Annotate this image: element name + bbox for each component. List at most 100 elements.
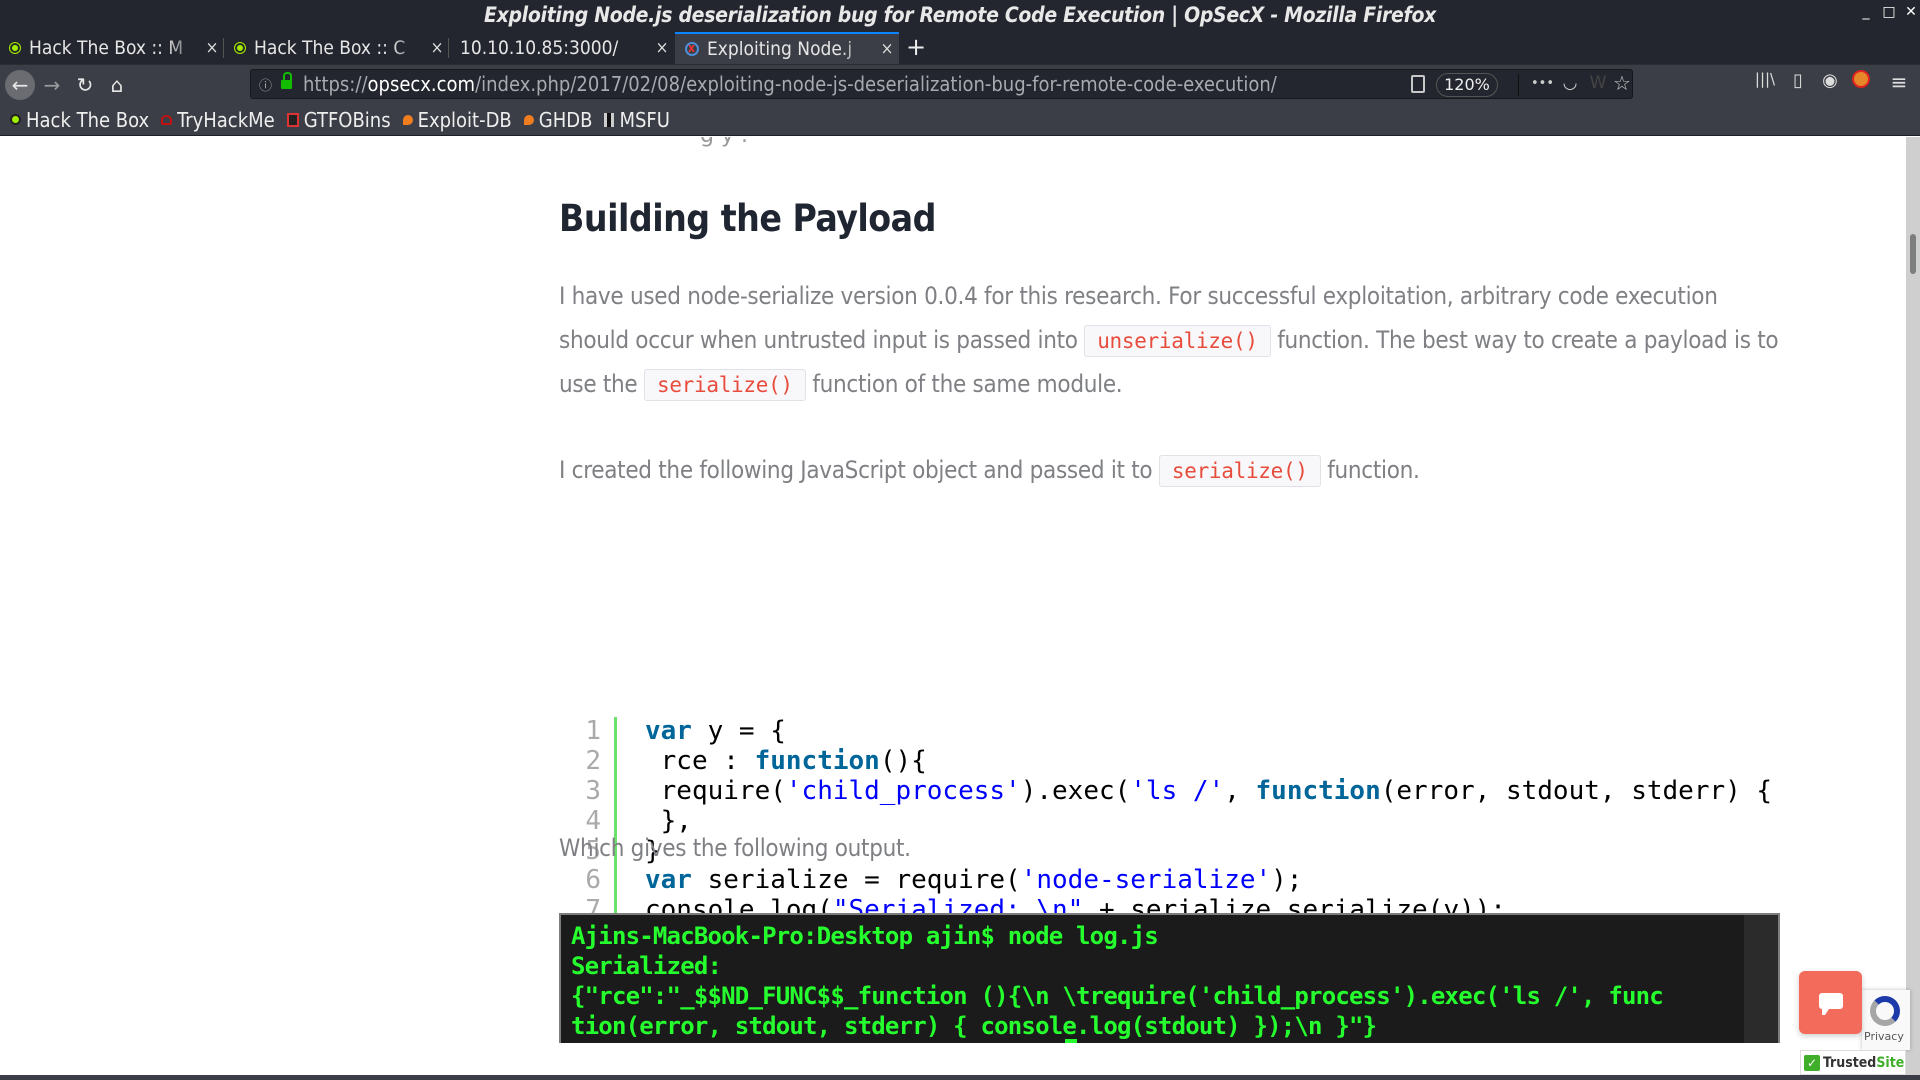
chat-button[interactable] — [1799, 971, 1862, 1034]
page-actions-icon[interactable]: ••• — [1531, 76, 1554, 91]
tab-hackthebox-2[interactable]: Hack The Box :: C × — [225, 32, 449, 64]
line-number: 3 — [585, 775, 601, 806]
bookmark-label: Hack The Box — [26, 107, 150, 132]
window-titlebar: Exploiting Node.js deserialization bug f… — [0, 0, 1920, 32]
recaptcha-badge[interactable]: Privacy — [1862, 990, 1910, 1050]
page-vertical-scrollbar[interactable] — [1906, 137, 1920, 1075]
bookmark-label: GHDB — [538, 107, 593, 132]
bookmark-star-icon[interactable]: ☆ — [1611, 71, 1633, 95]
home-button[interactable]: ⌂ — [102, 70, 132, 100]
hackthebox-icon — [10, 114, 21, 125]
maximize-button[interactable]: □ — [1880, 4, 1898, 20]
tab-hackthebox-1[interactable]: Hack The Box :: M × — [0, 32, 224, 64]
exploit-db-icon — [402, 114, 413, 125]
url-input[interactable]: https://opsecx.com/index.php/2017/02/08/… — [303, 72, 1277, 96]
tab-label: Exploiting Node.j — [707, 38, 853, 60]
reload-button[interactable]: ↻ — [70, 70, 100, 100]
menu-icon[interactable]: ≡ — [1886, 70, 1912, 94]
check-icon: ✓ — [1804, 1054, 1820, 1071]
code-text: (){ — [879, 745, 927, 776]
tab-label: 10.10.10.85:3000/ — [460, 37, 619, 59]
new-tab-button[interactable]: + — [902, 32, 930, 64]
page-content: g y . Building the Payload I have used n… — [0, 137, 1906, 1075]
sidebar-icon[interactable]: ▯ — [1785, 70, 1811, 91]
code-string: 'child_process' — [785, 775, 1021, 806]
code-text: y = { — [691, 717, 786, 746]
code-block: 1234567 var y = { rce : function(){ requ… — [559, 577, 1780, 940]
tab-exploiting-nodejs[interactable]: x Exploiting Node.j × — [675, 32, 899, 64]
library-icon[interactable]: |||\ — [1752, 70, 1778, 88]
tab-label: Hack The Box :: C — [254, 37, 406, 59]
account-icon[interactable]: ◉ — [1817, 70, 1843, 91]
bookmark-ghdb[interactable]: GHDB — [523, 107, 593, 132]
paragraph-text: I created the following JavaScript objec… — [559, 456, 1159, 484]
site-info-icon[interactable]: ⓘ — [259, 75, 272, 94]
code-lines: var y = { rce : function(){ require('chi… — [645, 717, 1775, 927]
close-window-button[interactable]: ✕ — [1902, 4, 1920, 20]
bookmark-msfu[interactable]: MSFU — [604, 107, 670, 132]
inline-code-unserialize: unserialize() — [1084, 324, 1271, 357]
close-tab-icon[interactable]: × — [200, 38, 224, 58]
code-text: require( — [645, 775, 786, 806]
lock-icon — [281, 72, 292, 90]
gtfobins-icon — [286, 112, 299, 127]
paragraph-object: I created the following JavaScript objec… — [559, 449, 1784, 494]
terminal-cursor — [1065, 1039, 1077, 1043]
close-tab-icon[interactable]: × — [650, 38, 674, 58]
paragraph-output-intro: Which gives the following output. — [559, 834, 911, 862]
minimize-button[interactable]: _ — [1857, 4, 1875, 20]
close-tab-icon[interactable]: × — [875, 39, 899, 59]
bookmark-hackthebox[interactable]: Hack The Box — [10, 108, 149, 132]
trustedsite-badge[interactable]: ✓ TrustedSite — [1800, 1050, 1906, 1075]
paragraph-text: function. — [1320, 456, 1420, 484]
navigation-toolbar: ← → ↻ ⌂ ⓘ https://opsecx.com/index.php/2… — [0, 64, 1920, 104]
tab-localhost-3000[interactable]: 10.10.10.85:3000/ × — [450, 32, 674, 64]
close-tab-icon[interactable]: × — [425, 38, 449, 58]
code-keyword: var — [645, 717, 692, 746]
terminal-lines: Ajins-MacBook-Pro:Desktop ajin$ node log… — [571, 921, 1664, 1041]
code-text: (error, stdout, stderr) { console.log(st… — [1380, 775, 1773, 806]
pocket-icon[interactable]: ◡ — [1559, 73, 1581, 93]
ghdb-icon — [523, 114, 534, 125]
reader-view-icon[interactable] — [1411, 75, 1425, 93]
cutoff-text: g y . — [700, 137, 1260, 148]
url-divider — [1518, 74, 1519, 96]
url-bar[interactable]: ⓘ https://opsecx.com/index.php/2017/02/0… — [250, 69, 1633, 99]
terminal-line: Serialized: — [571, 952, 722, 980]
back-button[interactable]: ← — [5, 70, 35, 100]
bottom-bar — [0, 1075, 1920, 1080]
bookmark-tryhackme[interactable]: TryHackMe — [161, 108, 275, 132]
bookmark-label: GTFOBins — [303, 107, 391, 132]
inline-code-serialize: serialize() — [643, 369, 806, 401]
section-heading: Building the Payload — [559, 197, 936, 240]
addon-blocked-icon[interactable] — [1848, 70, 1874, 93]
wordpress-icon[interactable]: W — [1587, 73, 1609, 93]
line-number: 1 — [585, 716, 601, 746]
terminal-line: {"rce":"_$$ND_FUNC$$_function (){\n \tre… — [571, 982, 1664, 1010]
bookmark-gtfobins[interactable]: GTFOBins — [286, 107, 391, 132]
scrollbar-thumb[interactable] — [1910, 234, 1916, 274]
terminal-line: tion(error, stdout, stderr) { console.lo… — [571, 1012, 1377, 1040]
bookmark-label: MSFU — [619, 107, 670, 132]
opsecx-icon: x — [685, 41, 699, 56]
line-number-gutter: 1234567 — [559, 716, 601, 926]
bookmark-exploit-db[interactable]: Exploit-DB — [402, 108, 512, 132]
code-text: , — [1224, 775, 1256, 806]
code-text: ).exec( — [1020, 775, 1131, 806]
code-text: rce : — [645, 745, 755, 776]
code-line: var serialize = require('node-serialize'… — [645, 866, 1775, 896]
trustedsite-label: TrustedSite — [1823, 1054, 1905, 1071]
gutter-divider — [614, 717, 617, 927]
zoom-level-badge[interactable]: 120% — [1436, 73, 1498, 97]
url-scheme: https:// — [303, 72, 368, 96]
url-host: opsecx.com — [367, 72, 476, 96]
hackthebox-icon — [235, 43, 245, 53]
recaptcha-icon — [1870, 996, 1900, 1026]
url-path: /index.php/2017/02/08/exploiting-node-js… — [475, 72, 1277, 96]
inline-code-serialize: serialize() — [1158, 455, 1321, 487]
forward-button[interactable]: → — [37, 70, 67, 100]
recaptcha-privacy-link[interactable]: Privacy — [1864, 1030, 1904, 1043]
tab-strip: Hack The Box :: M × Hack The Box :: C × … — [0, 32, 1920, 64]
hackthebox-icon — [10, 43, 20, 53]
terminal-output-image: Ajins-MacBook-Pro:Desktop ajin$ node log… — [559, 913, 1780, 1043]
